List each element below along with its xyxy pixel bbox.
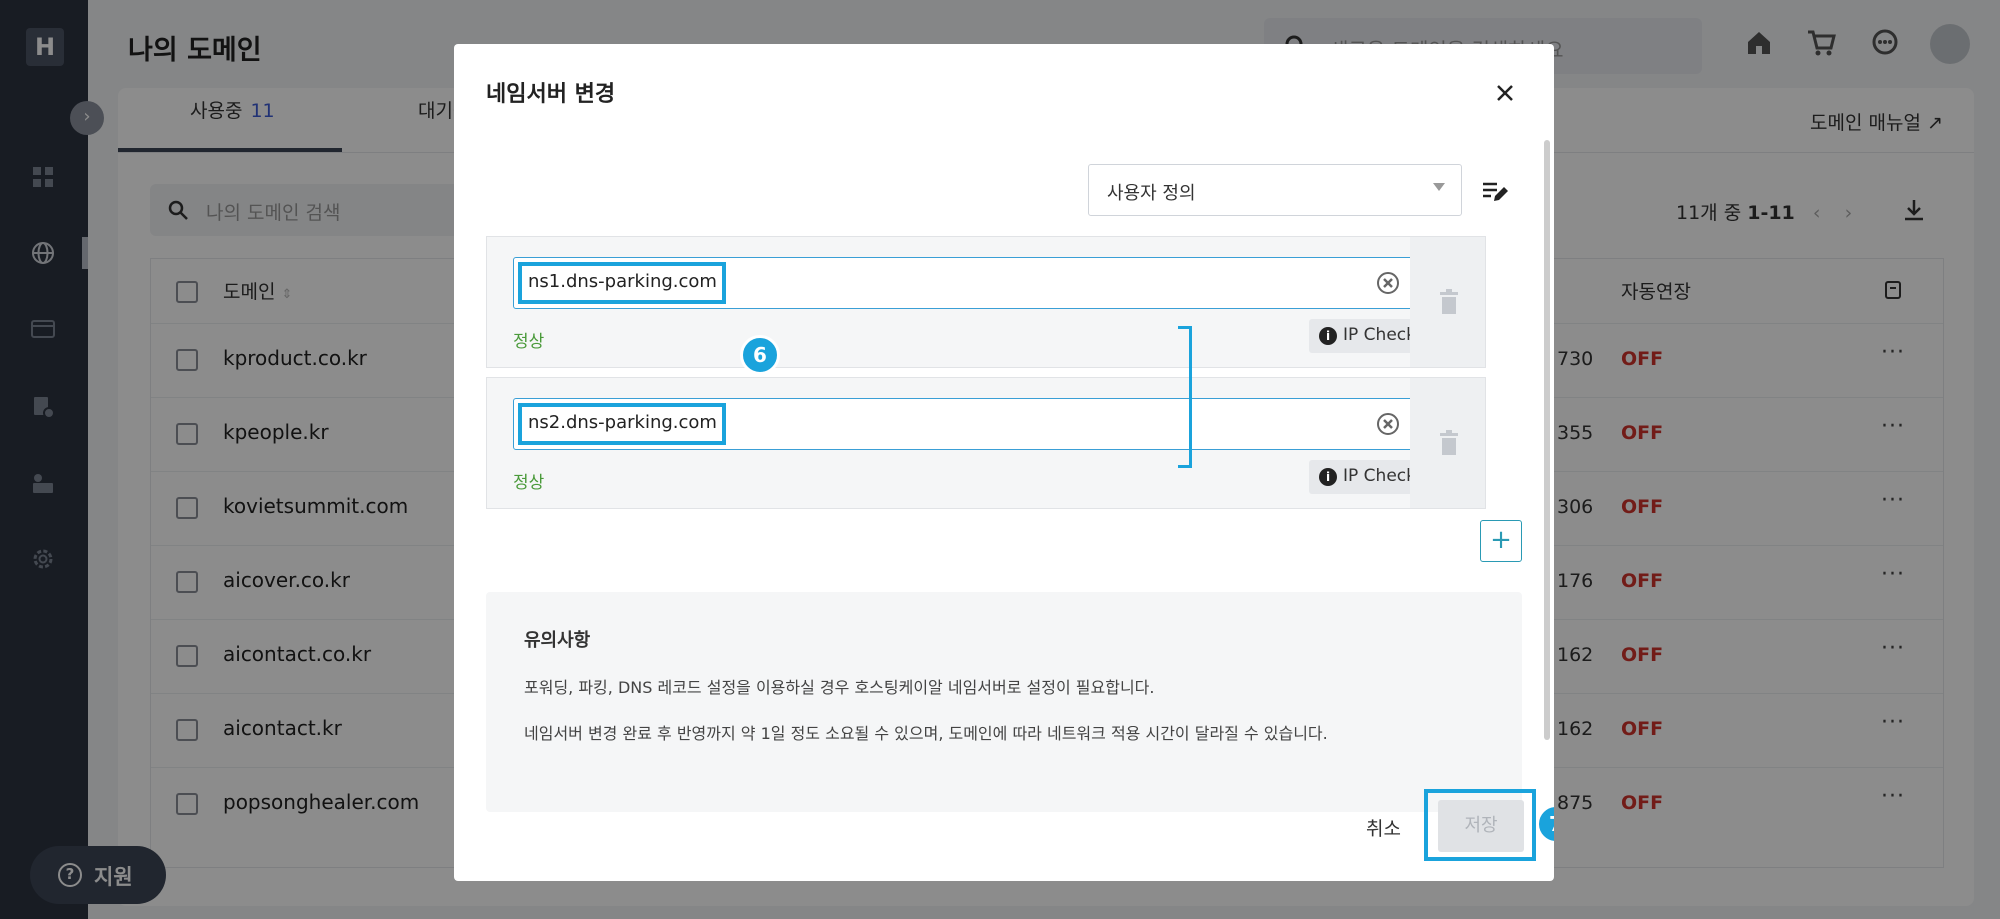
nameserver-row: ns1.dns-parking.com 정상 i IP Check [486,236,1474,368]
trash-icon[interactable] [1438,289,1460,315]
info-icon: i [1319,327,1337,345]
notice-box: 유의사항 포워딩, 파킹, DNS 레코드 설정을 이용하실 경우 호스팅케이알… [486,592,1522,812]
modal-scrollbar[interactable] [1544,140,1550,740]
step-7-badge: 7 [1536,804,1554,844]
chevron-down-icon [1433,183,1445,191]
modal-title: 네임서버 변경 [486,82,616,107]
highlight-box [518,403,726,445]
nameserver-type-select[interactable]: 사용자 정의 [1088,164,1462,216]
ip-check-label: IP Check [1343,325,1416,345]
annotation-connector [1178,326,1192,468]
close-icon[interactable] [1490,78,1520,108]
ip-check-button[interactable]: i IP Check [1309,319,1417,353]
nameserver-delete-cell [1410,377,1486,509]
ip-check-button[interactable]: i IP Check [1309,460,1417,494]
edit-list-icon[interactable] [1480,176,1510,206]
nameserver-modal: 네임서버 변경 사용자 정의 ns1.dns-parking.com 정상 iI… [454,44,1554,881]
add-nameserver-button[interactable]: + [1480,520,1522,562]
info-icon: i [1319,468,1337,486]
cancel-button[interactable]: 취소 [1366,814,1401,841]
trash-icon[interactable] [1438,430,1460,456]
save-button[interactable]: 저장 [1438,800,1524,852]
nameserver-delete-cell [1410,236,1486,368]
highlight-box [518,262,726,304]
select-value: 사용자 정의 [1107,183,1196,204]
notice-line: 포워딩, 파킹, DNS 레코드 설정을 이용하실 경우 호스팅케이알 네임서버… [524,678,1155,697]
nameserver-status: 정상 [513,332,545,352]
nameserver-input[interactable]: ns2.dns-parking.com [513,398,1415,450]
nameserver-status: 정상 [513,473,545,493]
clear-icon[interactable] [1376,412,1400,436]
clear-icon[interactable] [1376,271,1400,295]
notice-title: 유의사항 [524,630,591,651]
ip-check-label: IP Check [1343,466,1416,486]
notice-line: 네임서버 변경 완료 후 반영까지 약 1일 정도 소요될 수 있으며, 도메인… [524,724,1328,743]
nameserver-input[interactable]: ns1.dns-parking.com [513,257,1415,309]
nameserver-row: ns2.dns-parking.com 정상 i IP Check [486,377,1474,509]
step-6-badge: 6 [740,335,780,375]
